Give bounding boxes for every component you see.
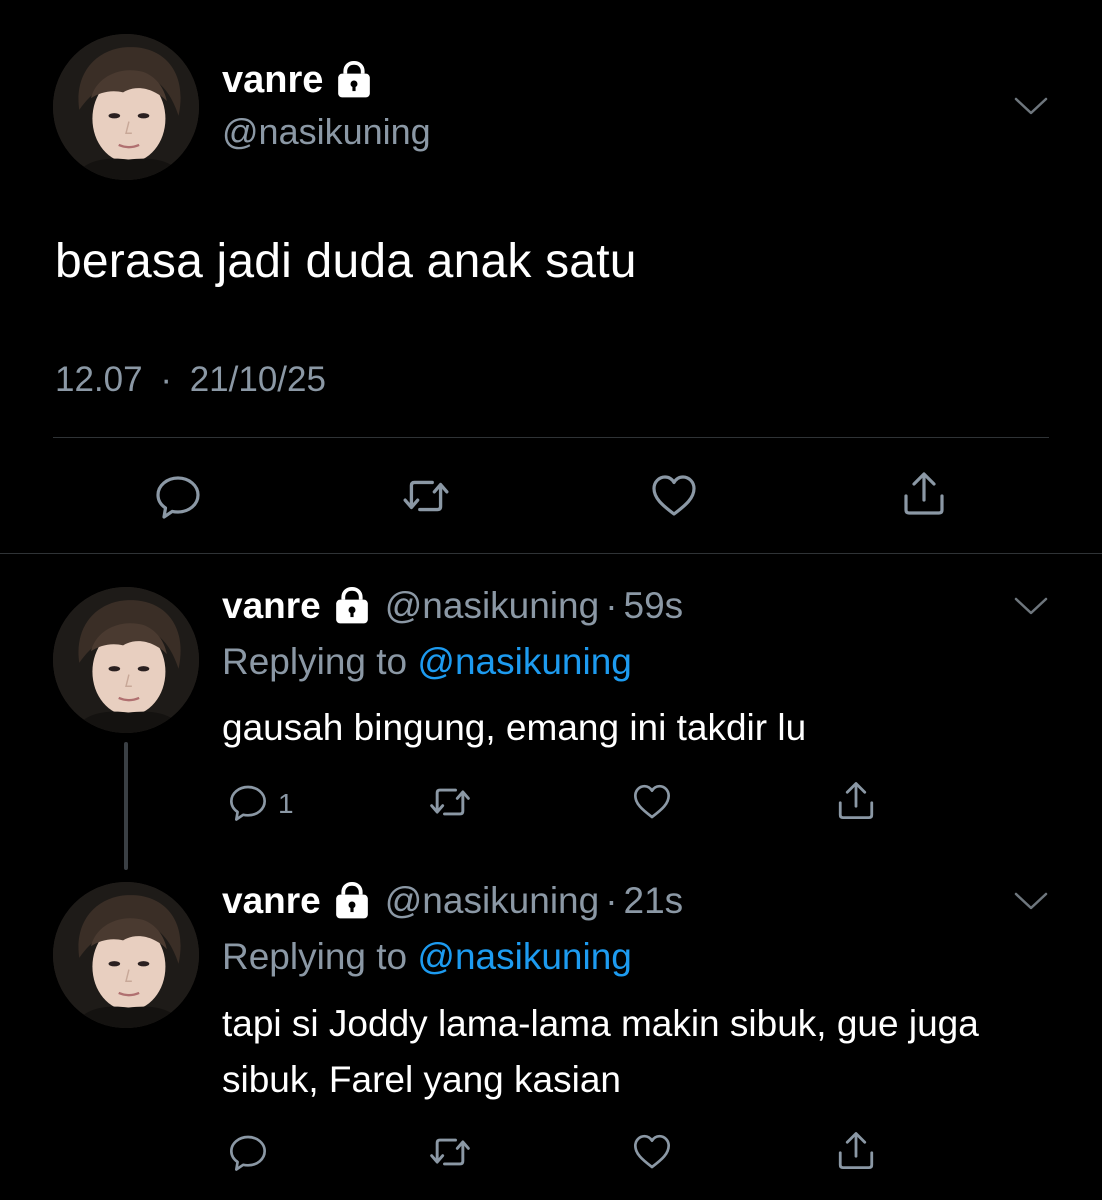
lock-icon [333, 882, 371, 920]
tweet-text: berasa jadi duda anak satu [55, 235, 637, 288]
heart-icon[interactable] [630, 780, 674, 824]
display-name[interactable]: vanre [222, 582, 321, 630]
reply-header: vanre @nasikuning · 21s [222, 877, 683, 925]
replying-to: Replying to @nasikuning [222, 638, 632, 686]
reply-icon[interactable] [226, 780, 270, 824]
retweet-icon[interactable] [400, 470, 452, 522]
tweet-timestamp[interactable]: 12.07 · 21/10/25 [55, 358, 326, 402]
heart-icon[interactable] [648, 470, 700, 522]
replying-to: Replying to @nasikuning [222, 933, 632, 981]
tweet-age[interactable]: 21s [624, 877, 684, 925]
display-name[interactable]: vanre [222, 877, 321, 925]
reply-icon[interactable] [152, 470, 204, 522]
tweet-time: 12.07 [55, 360, 143, 399]
retweet-icon[interactable] [427, 779, 473, 825]
header-separator: · [605, 585, 618, 626]
display-name-row[interactable]: vanre [222, 56, 373, 104]
avatar[interactable] [53, 882, 199, 1028]
avatar[interactable] [53, 587, 199, 733]
profile-photo-icon [53, 34, 199, 180]
chevron-down-icon[interactable] [1014, 596, 1048, 616]
reply-icon[interactable] [226, 1130, 270, 1174]
share-icon[interactable] [898, 468, 950, 520]
tweet-text: tapi si Joddy lama-lama makin sibuk, gue… [222, 1003, 979, 1100]
heart-icon[interactable] [630, 1130, 674, 1174]
replying-prefix: Replying to [222, 936, 408, 977]
user-handle[interactable]: @nasikuning [385, 582, 599, 630]
profile-photo-icon [53, 882, 199, 1028]
chevron-down-icon[interactable] [1014, 96, 1048, 116]
lock-icon [335, 61, 373, 99]
divider [53, 437, 1049, 438]
divider [0, 553, 1102, 554]
retweet-icon[interactable] [427, 1129, 473, 1175]
header-separator: · [605, 880, 618, 921]
thread-line [124, 742, 128, 870]
user-handle[interactable]: @nasikuning [385, 877, 599, 925]
timestamp-separator: · [160, 360, 172, 399]
reply-count: 1 [278, 788, 294, 819]
profile-photo-icon [53, 587, 199, 733]
reply-header: vanre @nasikuning · 59s [222, 582, 683, 630]
chevron-down-icon[interactable] [1014, 891, 1048, 911]
tweet-age[interactable]: 59s [624, 582, 684, 630]
user-handle[interactable]: @nasikuning [222, 110, 431, 154]
lock-icon [333, 587, 371, 625]
mention-link[interactable]: @nasikuning [417, 936, 631, 977]
mention-link[interactable]: @nasikuning [417, 641, 631, 682]
replying-prefix: Replying to [222, 641, 408, 682]
tweet-date: 21/10/25 [189, 360, 326, 399]
tweet-text: gausah bingung, emang ini takdir lu [222, 707, 807, 748]
share-icon[interactable] [833, 778, 879, 824]
share-icon[interactable] [833, 1128, 879, 1174]
display-name[interactable]: vanre [222, 56, 323, 104]
avatar[interactable] [53, 34, 199, 180]
